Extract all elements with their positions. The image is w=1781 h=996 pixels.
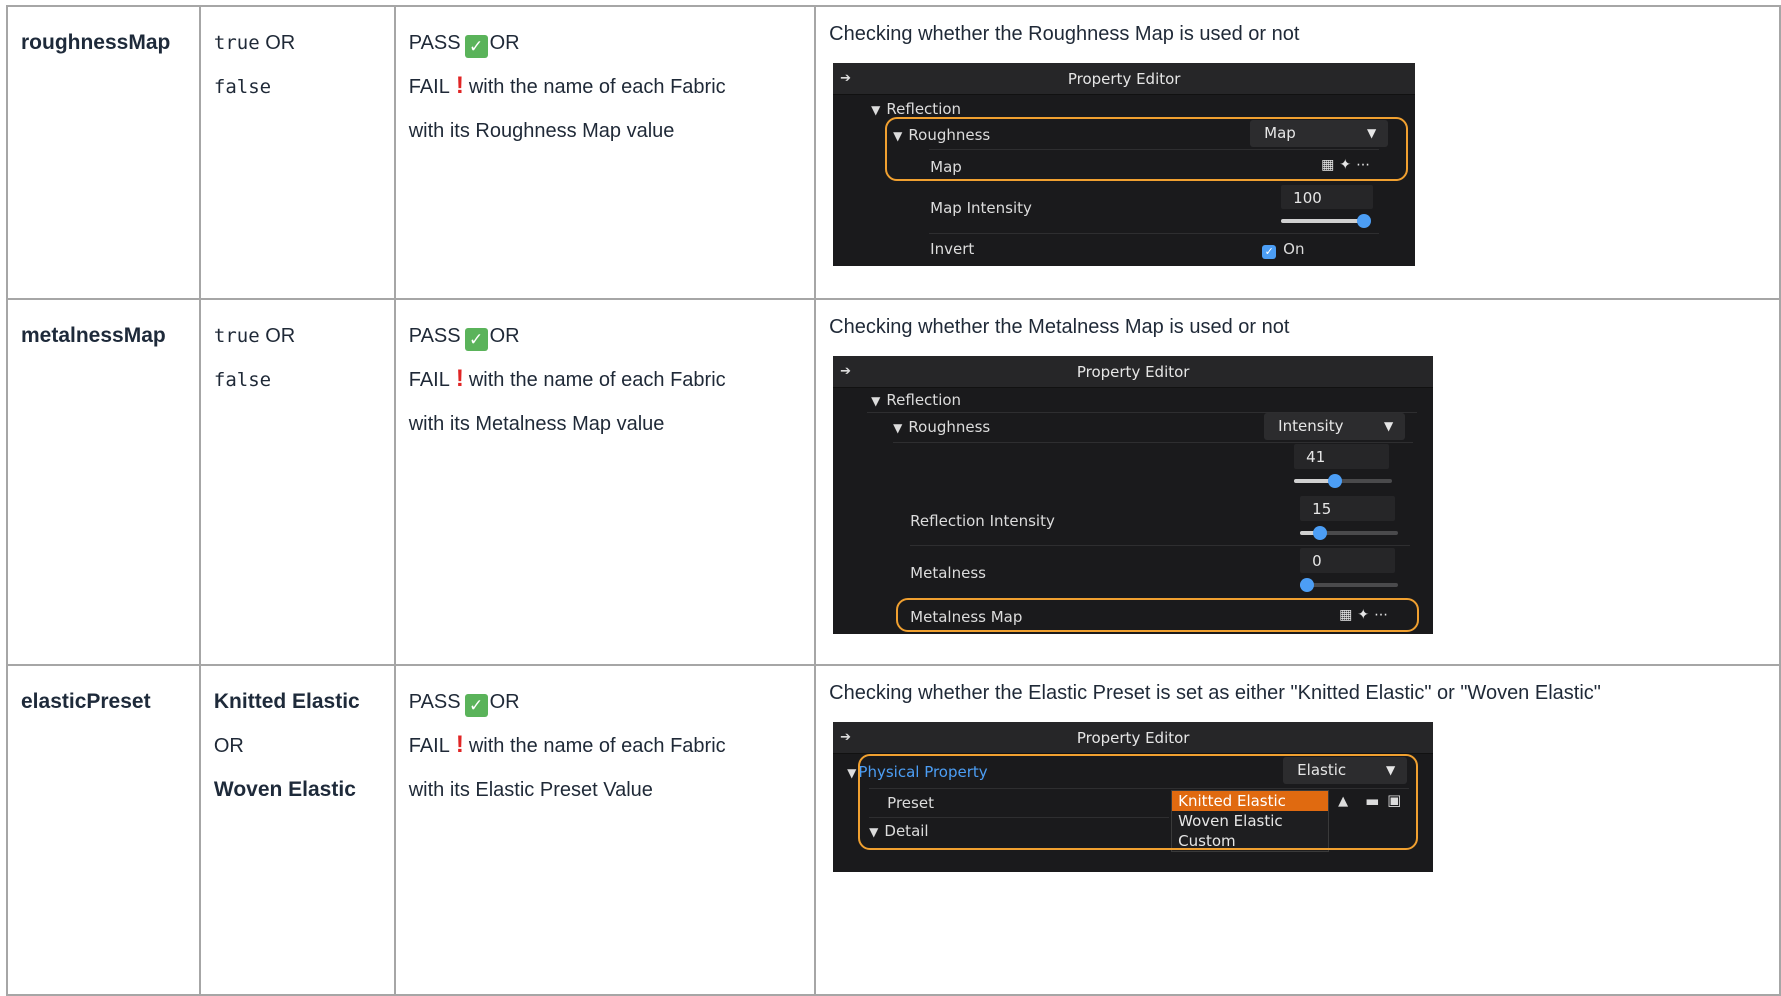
result-cell: PASS ✓ OR FAIL! with the name of each Fabri… [393, 5, 817, 300]
slider-knob[interactable] [1313, 526, 1328, 540]
value-cell: true OR false [198, 5, 396, 300]
description-text: Checking whether the Metalness Map is us… [829, 316, 1290, 338]
checkbox-label: On [1283, 240, 1305, 258]
slider-knob[interactable] [1300, 578, 1315, 592]
property-editor-screenshot: Property Editor ➔ ▼ Reflection ▼ Roughness… [833, 63, 1416, 266]
result-text: with its Elastic Preset Value [408, 779, 653, 801]
exclamation-icon: ! [455, 72, 464, 99]
invert-label: Invert [930, 240, 975, 258]
param-cell: metalnessMap [6, 298, 201, 666]
table-row: elasticPreset Knitted Elastic OR Woven E… [6, 664, 1781, 996]
section-label: Roughness [908, 418, 991, 436]
pass-label: PASS [408, 691, 461, 713]
white-check-mark-icon: ✓ [464, 328, 488, 351]
map-intensity-input[interactable]: 100 [1281, 185, 1374, 209]
value-true: true [213, 32, 260, 54]
result-text: with the name of each Fabric [468, 76, 726, 98]
param-cell: roughnessMap [6, 5, 201, 300]
property-editor-screenshot: Property Editor ➔ ▼ Reflection ▼ Roughness… [833, 356, 1434, 634]
arrow-right-icon: ➔ [840, 730, 852, 745]
metalness-slider[interactable] [1300, 578, 1399, 592]
map-intensity-slider[interactable] [1281, 214, 1372, 228]
divider [910, 545, 1411, 546]
param-cell: elasticPreset [6, 664, 201, 996]
value-woven-elastic: Woven Elastic [213, 778, 356, 801]
metalness-label: Metalness [910, 564, 986, 582]
triangle-down-icon: ▼ [893, 421, 903, 435]
result-text: with the name of each Fabric [468, 735, 726, 757]
highlight-box [885, 117, 1409, 181]
invert-checkbox[interactable]: ✓ On [1262, 240, 1305, 259]
param-name: metalnessMap [21, 324, 166, 347]
fail-label: FAIL [408, 76, 450, 98]
pass-label: PASS [408, 32, 461, 54]
triangle-down-icon: ▼ [847, 766, 857, 780]
roughness-input[interactable]: 41 [1294, 444, 1390, 469]
table-row: roughnessMap true OR false PASS ✓ OR FAIL!… [6, 5, 1781, 300]
arrow-right-icon: ➔ [840, 364, 852, 379]
slider-knob[interactable] [1328, 474, 1343, 488]
description-text: Checking whether the Elastic Preset is s… [829, 682, 1601, 704]
result-text: with the name of each Fabric [468, 369, 726, 391]
reflection-intensity-slider[interactable] [1300, 526, 1399, 540]
triangle-down-icon: ▼ [871, 394, 881, 408]
table-row: metalnessMap true OR false PASS ✓ OR FAIL!… [6, 298, 1781, 666]
value-cell: true OR false [198, 298, 396, 666]
divider [929, 233, 1380, 234]
section-label: Reflection [886, 100, 962, 118]
description-cell: Checking whether the Elastic Preset is s… [814, 664, 1781, 996]
divider [893, 442, 1414, 443]
description-text: Checking whether the Roughness Map is us… [829, 23, 1300, 45]
result-cell: PASS ✓ OR FAIL! with the name of each Fabri… [393, 298, 817, 666]
panel-title: Property Editor [833, 63, 1416, 95]
fail-label: FAIL [408, 369, 450, 391]
white-check-mark-icon: ✓ [464, 694, 488, 717]
or-text: OR [489, 325, 520, 347]
panel-title: Property Editor [833, 356, 1434, 388]
description-cell: Checking whether the Roughness Map is us… [814, 5, 1781, 300]
value-knitted-elastic: Knitted Elastic [213, 690, 360, 713]
property-editor-screenshot: Property Editor ➔ ▼ Physical Property Ela… [833, 722, 1434, 872]
roughness-slider[interactable] [1294, 474, 1393, 488]
section-label: Reflection [886, 391, 962, 409]
white-check-mark-icon: ✓ [464, 35, 488, 58]
param-name: roughnessMap [21, 31, 171, 54]
fail-label: FAIL [408, 735, 450, 757]
param-name: elasticPreset [21, 690, 151, 713]
value-true: true [213, 325, 260, 347]
spec-table: roughnessMap true OR false PASS ✓ OR FAIL!… [6, 5, 1781, 996]
value-cell: Knitted Elastic OR Woven Elastic [198, 664, 396, 996]
reflection-intensity-label: Reflection Intensity [910, 512, 1055, 530]
slider-knob[interactable] [1357, 214, 1372, 228]
pass-label: PASS [408, 325, 461, 347]
description-cell: Checking whether the Metalness Map is us… [814, 298, 1781, 666]
highlight-box [858, 754, 1419, 850]
reflection-section: ▼ Reflection [871, 391, 961, 409]
result-cell: PASS ✓ OR FAIL! with the name of each Fabri… [393, 664, 817, 996]
reflection-section: ▼ Reflection [871, 100, 961, 118]
or-text: OR [265, 325, 296, 347]
highlight-box [896, 598, 1420, 632]
dropdown-value: Intensity [1278, 417, 1344, 435]
exclamation-icon: ! [455, 365, 464, 392]
roughness-mode-dropdown[interactable]: Intensity ▼ [1264, 413, 1406, 440]
triangle-down-icon: ▼ [1383, 419, 1394, 433]
or-text: OR [265, 32, 296, 54]
or-text: OR [489, 32, 520, 54]
map-intensity-label: Map Intensity [930, 199, 1032, 217]
result-text: with its Metalness Map value [408, 413, 665, 435]
arrow-right-icon: ➔ [840, 71, 852, 86]
panel-title: Property Editor [833, 722, 1434, 754]
value-false: false [213, 76, 272, 98]
result-text: with its Roughness Map value [408, 120, 675, 142]
reflection-intensity-input[interactable]: 15 [1300, 496, 1396, 521]
triangle-down-icon: ▼ [871, 103, 881, 117]
checkmark-icon: ✓ [1262, 245, 1277, 259]
roughness-section: ▼ Roughness [893, 418, 990, 436]
or-text: OR [213, 735, 244, 757]
value-false: false [213, 369, 272, 391]
exclamation-icon: ! [455, 731, 464, 758]
or-text: OR [489, 691, 520, 713]
metalness-input[interactable]: 0 [1300, 548, 1396, 573]
